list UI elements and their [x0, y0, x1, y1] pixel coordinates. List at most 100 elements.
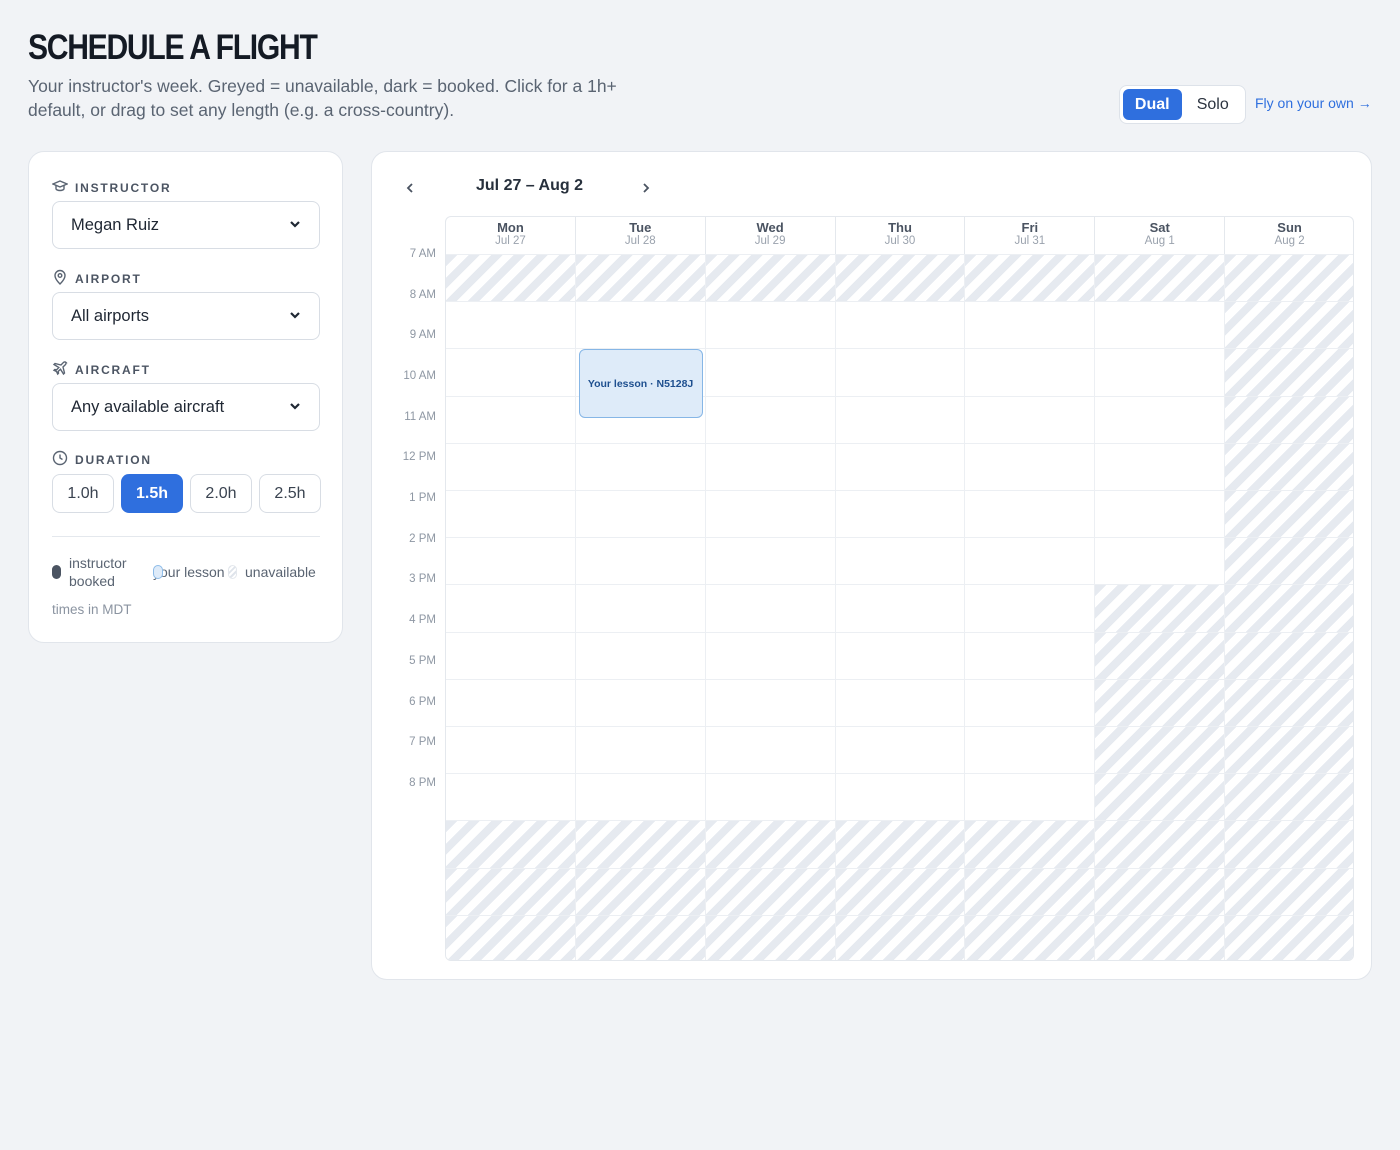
time-slot[interactable]: [705, 773, 836, 821]
unavailable-slot: [446, 820, 576, 868]
time-slot[interactable]: [446, 537, 576, 585]
time-slot[interactable]: [575, 301, 706, 349]
time-label: 11 AM: [404, 410, 436, 423]
time-slot[interactable]: [965, 348, 1096, 396]
time-slot[interactable]: [705, 490, 836, 538]
time-slot[interactable]: [446, 301, 576, 349]
week-range: Jul 27 – Aug 2: [476, 177, 583, 194]
day-header-sun: Sun Aug 2: [1225, 217, 1353, 254]
mode-dual-button[interactable]: Dual: [1123, 89, 1182, 120]
time-slot[interactable]: [965, 773, 1096, 821]
time-label: 9 AM: [409, 329, 436, 342]
time-slot[interactable]: [575, 678, 706, 726]
time-slot[interactable]: [446, 490, 576, 538]
time-slot[interactable]: [575, 584, 706, 632]
duration-1-5h-button[interactable]: 1.5h: [121, 474, 183, 513]
legend-booked: instructor booked: [52, 554, 153, 590]
unavailable-slot: [1225, 773, 1353, 821]
time-slot[interactable]: [705, 348, 836, 396]
time-slot[interactable]: [1095, 537, 1226, 585]
time-slot[interactable]: [575, 442, 706, 490]
prev-week-button[interactable]: [401, 179, 419, 197]
graduation-cap-icon: [51, 178, 69, 197]
time-slot[interactable]: [446, 395, 576, 443]
fly-solo-link[interactable]: Fly on your own →: [1255, 95, 1372, 111]
time-slot[interactable]: [446, 348, 576, 396]
instructor-select-value: Megan Ruiz: [71, 215, 160, 234]
unavailable-swatch: [228, 565, 237, 579]
time-slot[interactable]: [575, 726, 706, 774]
time-slot[interactable]: [835, 678, 966, 726]
time-slot[interactable]: [446, 726, 576, 774]
time-slot[interactable]: [965, 395, 1096, 443]
time-slot[interactable]: [835, 348, 966, 396]
airport-select[interactable]: All airports: [52, 292, 320, 340]
lesson-block[interactable]: Your lesson · N5128J: [578, 349, 703, 419]
time-slot[interactable]: [705, 584, 836, 632]
unavailable-slot: [575, 254, 706, 302]
page-subtitle: Your instructor's week. Greyed = unavail…: [28, 76, 617, 120]
instructor-label-text: INSTRUCTOR: [75, 180, 172, 195]
time-slot[interactable]: [575, 631, 706, 679]
duration-1-0h-button[interactable]: 1.0h: [52, 474, 114, 513]
duration-2-0h-button[interactable]: 2.0h: [190, 474, 252, 513]
time-label: 4 PM: [409, 614, 436, 627]
time-slot[interactable]: [705, 631, 836, 679]
time-slot[interactable]: [965, 631, 1096, 679]
time-slot[interactable]: [1095, 395, 1226, 443]
time-slot[interactable]: [705, 726, 836, 774]
unavailable-slot: [705, 254, 836, 302]
clock-icon: [52, 450, 68, 469]
time-slot[interactable]: [575, 773, 706, 821]
time-slot[interactable]: [446, 442, 576, 490]
time-slot[interactable]: [575, 490, 706, 538]
time-slot[interactable]: [705, 442, 836, 490]
time-slot[interactable]: [835, 773, 966, 821]
aircraft-select[interactable]: Any available aircraft: [52, 383, 320, 431]
time-slot[interactable]: [705, 537, 836, 585]
filter-panel: INSTRUCTOR Megan Ruiz AIRPORT All airpor…: [28, 151, 343, 643]
time-slot[interactable]: [1095, 348, 1226, 396]
time-slot[interactable]: [835, 631, 966, 679]
time-slot[interactable]: [705, 678, 836, 726]
time-slot[interactable]: [1095, 442, 1226, 490]
time-slot[interactable]: [835, 537, 966, 585]
time-slot[interactable]: [446, 773, 576, 821]
lesson-swatch: [153, 565, 163, 579]
time-slot[interactable]: [835, 490, 966, 538]
duration-2-5h-button[interactable]: 2.5h: [259, 474, 321, 513]
time-slot[interactable]: [446, 678, 576, 726]
time-slot[interactable]: [835, 442, 966, 490]
time-slot[interactable]: [446, 631, 576, 679]
time-slot[interactable]: [965, 301, 1096, 349]
time-slot[interactable]: [965, 726, 1096, 774]
day-header-fri: Fri Jul 31: [965, 217, 1096, 254]
day-header-tue: Tue Jul 28: [576, 217, 706, 254]
time-slot[interactable]: [835, 395, 966, 443]
unavailable-slot: [1225, 726, 1353, 774]
unavailable-slot: [1095, 914, 1226, 960]
mode-solo-button[interactable]: Solo: [1184, 89, 1243, 120]
time-slot[interactable]: [575, 537, 706, 585]
time-slot[interactable]: [835, 301, 966, 349]
unavailable-slot: [705, 914, 836, 960]
chevron-left-icon: [404, 179, 416, 198]
time-slot[interactable]: [965, 442, 1096, 490]
next-week-button[interactable]: [637, 179, 655, 197]
mode-toggle[interactable]: Dual Solo: [1119, 85, 1246, 124]
time-slot[interactable]: [1095, 490, 1226, 538]
time-slot[interactable]: [965, 678, 1096, 726]
time-slot[interactable]: [965, 490, 1096, 538]
time-slot[interactable]: [965, 584, 1096, 632]
time-slot[interactable]: [835, 584, 966, 632]
instructor-select[interactable]: Megan Ruiz: [52, 201, 320, 249]
time-slot[interactable]: [446, 584, 576, 632]
time-slot[interactable]: [705, 301, 836, 349]
unavailable-slot: [1095, 773, 1226, 821]
time-slot[interactable]: [835, 726, 966, 774]
time-slot[interactable]: [965, 537, 1096, 585]
map-pin-icon: [52, 269, 68, 288]
time-slot[interactable]: [705, 395, 836, 443]
unavailable-slot: [1225, 537, 1353, 585]
time-slot[interactable]: [1095, 301, 1226, 349]
